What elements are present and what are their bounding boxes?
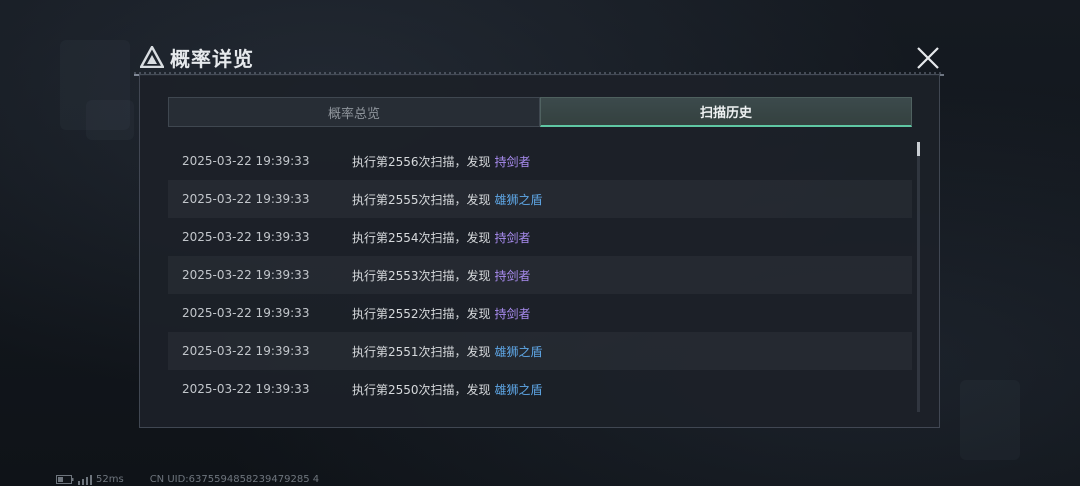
close-button[interactable] (914, 44, 942, 72)
battery-icon (56, 475, 74, 484)
user-uid: CN UID:6375594858239479285 4 (149, 474, 320, 485)
close-icon (917, 47, 939, 69)
history-time: 2025-03-22 19:39:33 (182, 268, 310, 282)
scrollbar-track[interactable] (917, 142, 920, 412)
history-item: 持剑者 (494, 268, 531, 283)
background-shape (960, 380, 1020, 460)
history-item: 雄狮之盾 (494, 344, 543, 359)
history-time: 2025-03-22 19:39:33 (182, 230, 310, 244)
history-desc: 执行第2555次扫描，发现 (352, 192, 491, 207)
title-group: 概率详览 (140, 42, 254, 72)
history-desc: 执行第2551次扫描，发现 (352, 344, 491, 359)
scrollbar-thumb[interactable] (917, 142, 920, 156)
history-item: 持剑者 (494, 154, 531, 169)
modal-header: 概率详览 (134, 40, 944, 76)
tab-probability-overview[interactable]: 概率总览 (168, 97, 540, 127)
tab-bar: 概率总览 扫描历史 (168, 97, 912, 127)
modal-title: 概率详览 (170, 46, 254, 71)
history-row: 2025-03-22 19:39:33 执行第2554次扫描，发现 持剑者 (168, 218, 912, 256)
history-row: 2025-03-22 19:39:33 执行第2555次扫描，发现 雄狮之盾 (168, 180, 912, 218)
triangle-logo-icon (140, 46, 164, 68)
scan-history-list[interactable]: 2025-03-22 19:39:33 执行第2556次扫描，发现 持剑者 20… (168, 142, 912, 412)
status-footer: 52ms CN UID:6375594858239479285 4 (56, 473, 319, 486)
history-time: 2025-03-22 19:39:33 (182, 344, 310, 358)
history-time: 2025-03-22 19:39:33 (182, 306, 310, 320)
history-desc: 执行第2550次扫描，发现 (352, 382, 491, 397)
history-desc: 执行第2554次扫描，发现 (352, 230, 491, 245)
history-row: 2025-03-22 19:39:33 执行第2550次扫描，发现 雄狮之盾 (168, 370, 912, 408)
tab-scan-history[interactable]: 扫描历史 (540, 97, 912, 127)
history-row: 2025-03-22 19:39:33 执行第2551次扫描，发现 雄狮之盾 (168, 332, 912, 370)
history-desc: 执行第2556次扫描，发现 (352, 154, 491, 169)
background-shape (86, 100, 134, 140)
history-desc: 执行第2553次扫描，发现 (352, 268, 491, 283)
history-time: 2025-03-22 19:39:33 (182, 154, 310, 168)
history-item: 雄狮之盾 (494, 192, 543, 207)
signal-icon (78, 474, 92, 485)
history-item: 持剑者 (494, 306, 531, 321)
history-time: 2025-03-22 19:39:33 (182, 192, 310, 206)
history-time: 2025-03-22 19:39:33 (182, 382, 310, 396)
history-row: 2025-03-22 19:39:33 执行第2552次扫描，发现 持剑者 (168, 294, 912, 332)
history-item: 持剑者 (494, 230, 531, 245)
history-row: 2025-03-22 19:39:33 执行第2556次扫描，发现 持剑者 (168, 142, 912, 180)
ping-value: 52ms (96, 474, 124, 485)
history-desc: 执行第2552次扫描，发现 (352, 306, 491, 321)
history-row: 2025-03-22 19:39:33 执行第2553次扫描，发现 持剑者 (168, 256, 912, 294)
history-item: 雄狮之盾 (494, 382, 543, 397)
